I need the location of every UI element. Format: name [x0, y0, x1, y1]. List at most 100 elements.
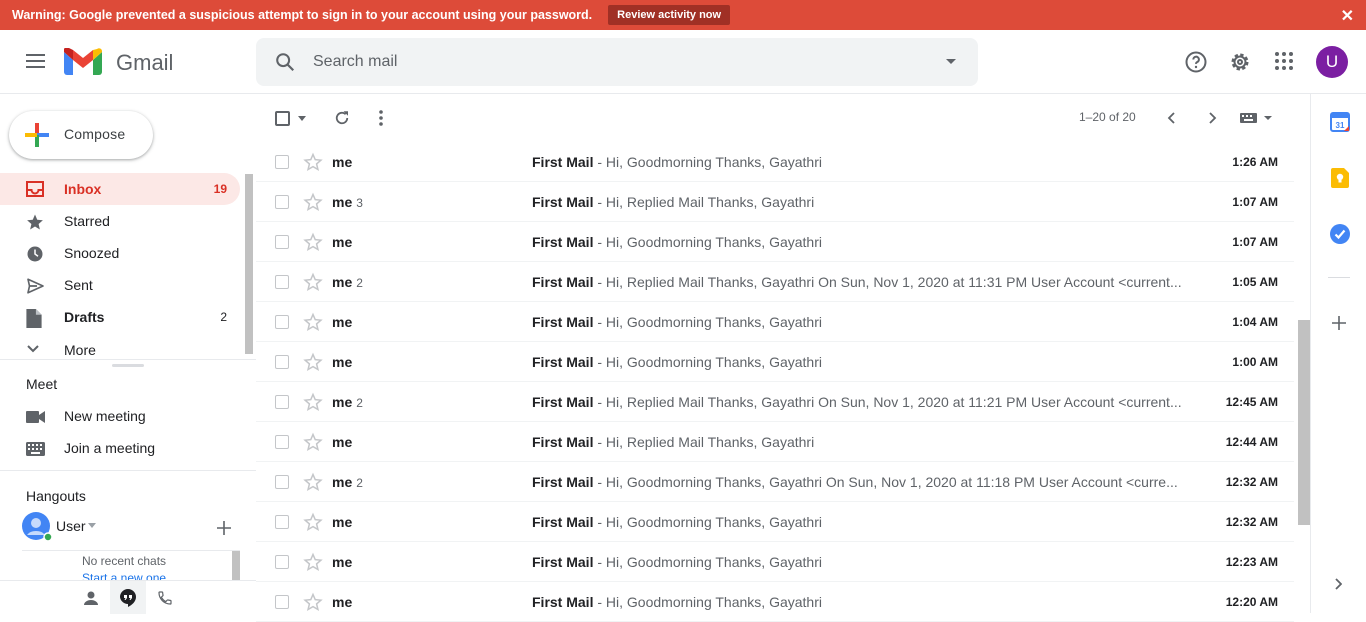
- hangouts-tab[interactable]: [110, 581, 146, 614]
- search-icon[interactable]: [274, 51, 296, 73]
- sender-name: me: [332, 554, 353, 570]
- gmail-logo-icon[interactable]: [64, 48, 102, 76]
- sender-name: me: [332, 274, 353, 290]
- email-row[interactable]: me First Mail - Hi, Goodmorning Thanks, G…: [256, 342, 1294, 382]
- chevron-right-icon[interactable]: [1207, 111, 1217, 125]
- mail-list-scrollbar[interactable]: [1298, 320, 1310, 525]
- join-meeting-button[interactable]: Join a meeting: [0, 432, 240, 464]
- email-select-checkbox[interactable]: [275, 275, 289, 289]
- account-avatar[interactable]: U: [1316, 46, 1348, 78]
- contacts-person-icon[interactable]: [83, 590, 99, 606]
- email-row[interactable]: me 2 First Mail - Hi, Replied Mail Thanks,…: [256, 262, 1294, 302]
- more-options-icon[interactable]: [379, 110, 383, 126]
- sidebar-item-sent[interactable]: Sent: [0, 269, 240, 301]
- email-sender: me 2: [332, 474, 363, 490]
- star-outline-icon[interactable]: [303, 312, 323, 332]
- draft-count: 2: [220, 310, 227, 324]
- compose-button[interactable]: Compose: [9, 111, 153, 159]
- email-row[interactable]: me First Mail - Hi, Goodmorning Thanks, G…: [256, 502, 1294, 542]
- email-select-checkbox[interactable]: [275, 475, 289, 489]
- email-row[interactable]: me 2 First Mail - Hi, Replied Mail Thanks,…: [256, 382, 1294, 422]
- tasks-icon[interactable]: [1330, 224, 1350, 244]
- header: Gmail Search mail U: [0, 30, 1366, 94]
- email-subject-snippet: First Mail - Hi, Replied Mail Thanks, Ga…: [532, 434, 1192, 450]
- star-outline-icon[interactable]: [303, 552, 323, 572]
- main-menu-icon[interactable]: [26, 54, 45, 68]
- hangouts-user-name[interactable]: User: [56, 518, 86, 534]
- chevron-left-icon[interactable]: [1167, 111, 1177, 125]
- star-outline-icon[interactable]: [303, 472, 323, 492]
- recent-chats-panel: No recent chats Start a new one: [22, 550, 240, 580]
- expand-panel-chevron-icon[interactable]: [1334, 578, 1342, 590]
- hangouts-user-avatar[interactable]: [22, 512, 53, 542]
- calendar-icon[interactable]: 31: [1330, 112, 1350, 132]
- sender-name: me: [332, 354, 353, 370]
- email-select-checkbox[interactable]: [275, 595, 289, 609]
- email-row[interactable]: me First Mail - Hi, Goodmorning Thanks, G…: [256, 222, 1294, 262]
- help-icon[interactable]: [1184, 50, 1208, 74]
- email-select-checkbox[interactable]: [275, 435, 289, 449]
- sender-name: me: [332, 154, 353, 170]
- close-icon[interactable]: ✕: [1341, 6, 1354, 26]
- select-all-checkbox[interactable]: [275, 111, 290, 126]
- email-row[interactable]: me First Mail - Hi, Goodmorning Thanks, G…: [256, 542, 1294, 582]
- star-outline-icon[interactable]: [303, 432, 323, 452]
- search-bar[interactable]: Search mail: [256, 38, 978, 86]
- meet-section-title: Meet: [26, 376, 58, 392]
- input-tools-keyboard-icon[interactable]: [1240, 113, 1272, 123]
- hangouts-bottom-bar: [0, 580, 256, 614]
- security-warning-bar: Warning: Google prevented a suspicious a…: [0, 0, 1366, 30]
- star-outline-icon[interactable]: [303, 152, 323, 172]
- sidebar-item-snoozed[interactable]: Snoozed: [0, 237, 240, 269]
- email-select-checkbox[interactable]: [275, 315, 289, 329]
- new-chat-plus-icon[interactable]: [217, 521, 231, 535]
- resize-handle[interactable]: [112, 364, 144, 367]
- phone-icon[interactable]: [157, 590, 173, 606]
- review-activity-button[interactable]: Review activity now: [608, 5, 731, 25]
- apps-grid-icon[interactable]: [1273, 50, 1295, 72]
- star-outline-icon[interactable]: [303, 512, 323, 532]
- select-dropdown-icon[interactable]: [298, 116, 306, 121]
- star-outline-icon[interactable]: [303, 352, 323, 372]
- email-select-checkbox[interactable]: [275, 195, 289, 209]
- keep-icon[interactable]: [1330, 168, 1350, 188]
- sidebar-item-starred[interactable]: Starred: [0, 205, 240, 237]
- email-select-checkbox[interactable]: [275, 355, 289, 369]
- email-row[interactable]: me 2 First Mail - Hi, Goodmorning Thanks, …: [256, 462, 1294, 502]
- gear-icon[interactable]: [1228, 50, 1252, 74]
- email-select-checkbox[interactable]: [275, 155, 289, 169]
- status-dropdown-icon[interactable]: [88, 523, 96, 528]
- star-outline-icon[interactable]: [303, 192, 323, 212]
- email-select-checkbox[interactable]: [275, 515, 289, 529]
- email-select-checkbox[interactable]: [275, 555, 289, 569]
- refresh-icon[interactable]: [333, 109, 351, 127]
- star-outline-icon[interactable]: [303, 232, 323, 252]
- sidebar-scrollbar[interactable]: [245, 174, 253, 354]
- email-row[interactable]: me First Mail - Hi, Goodmorning Thanks, G…: [256, 142, 1294, 182]
- get-addons-plus-icon[interactable]: [1332, 316, 1346, 330]
- email-subject-snippet: First Mail - Hi, Goodmorning Thanks, Gay…: [532, 554, 1192, 570]
- sender-name: me: [332, 234, 353, 250]
- new-meeting-button[interactable]: New meeting: [0, 400, 240, 432]
- email-row[interactable]: me First Mail - Hi, Replied Mail Thanks, …: [256, 422, 1294, 462]
- email-select-checkbox[interactable]: [275, 235, 289, 249]
- email-row[interactable]: me First Mail - Hi, Goodmorning Thanks, G…: [256, 582, 1294, 622]
- sidebar-item-label: Starred: [64, 213, 110, 229]
- start-new-chat-link[interactable]: Start a new one: [82, 571, 166, 580]
- compose-plus-icon: [25, 123, 49, 147]
- email-row[interactable]: me First Mail - Hi, Goodmorning Thanks, G…: [256, 302, 1294, 342]
- sidebar: Compose Inbox 19 Starred Snoozed Sent Dr…: [0, 94, 256, 613]
- sidebar-item-drafts[interactable]: Drafts 2: [0, 301, 240, 333]
- sidebar-item-inbox[interactable]: Inbox 19: [0, 173, 240, 205]
- sidebar-item-more[interactable]: More: [0, 334, 240, 366]
- star-outline-icon[interactable]: [303, 592, 323, 612]
- search-options-dropdown-icon[interactable]: [946, 59, 956, 64]
- gmail-brand-text[interactable]: Gmail: [116, 50, 173, 76]
- star-outline-icon[interactable]: [303, 392, 323, 412]
- star-outline-icon[interactable]: [303, 272, 323, 292]
- email-select-checkbox[interactable]: [275, 395, 289, 409]
- email-row[interactable]: me 3 First Mail - Hi, Replied Mail Thanks,…: [256, 182, 1294, 222]
- chats-scrollbar[interactable]: [232, 551, 240, 580]
- search-input[interactable]: Search mail: [313, 53, 397, 71]
- pagination-text: 1–20 of 20: [1079, 110, 1136, 124]
